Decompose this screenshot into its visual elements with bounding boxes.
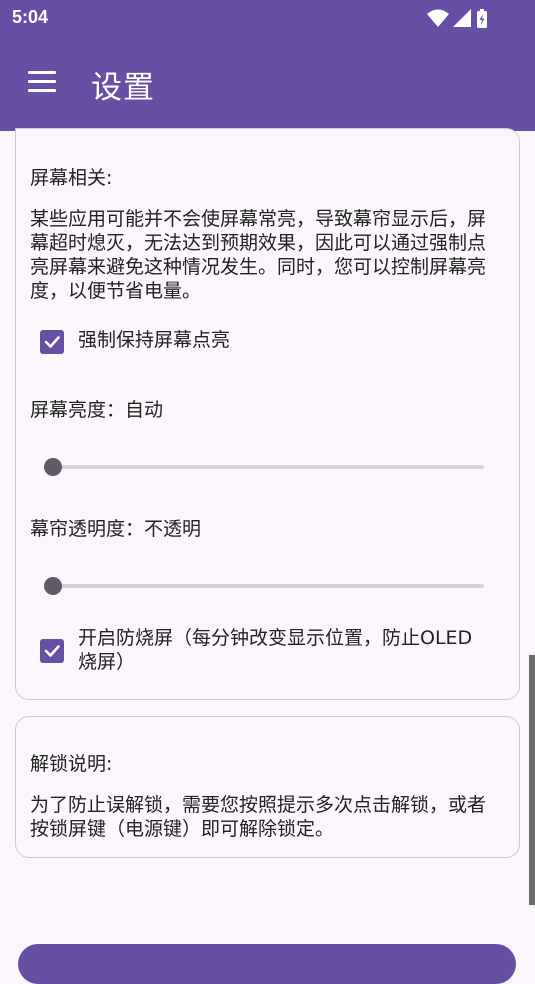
brightness-slider-track	[50, 465, 484, 469]
status-time: 5:04	[12, 7, 49, 27]
curtain-opacity-label: 幕帘透明度：不透明	[30, 518, 202, 540]
status-icons	[427, 8, 497, 28]
brightness-slider-thumb[interactable]	[44, 458, 62, 476]
signal-icon	[453, 9, 471, 27]
check-icon[interactable]	[40, 330, 64, 354]
curtain-opacity-slider-thumb[interactable]	[44, 577, 62, 595]
burn-in-protection-checkbox[interactable]: 开启防烧屏（每分钟改变显示位置，防止OLED烧屏）	[40, 626, 473, 674]
keep-screen-on-checkbox[interactable]: 强制保持屏幕点亮	[40, 328, 230, 354]
app-bar: 设置	[0, 38, 535, 131]
screen-settings-card: 屏幕相关: 某些应用可能并不会使屏幕常亮，导致幕帘显示后，屏幕超时熄灭，无法达到…	[15, 128, 520, 700]
brightness-label: 屏幕亮度：自动	[30, 399, 164, 421]
check-icon[interactable]	[40, 639, 64, 663]
status-bar: 5:04	[0, 0, 535, 38]
page-title: 设置	[91, 70, 155, 106]
curtain-opacity-slider-track	[50, 584, 484, 588]
keep-screen-on-label: 强制保持屏幕点亮	[78, 329, 231, 351]
battery-icon	[477, 9, 487, 28]
bottom-action-button[interactable]	[18, 944, 516, 984]
curtain-opacity-slider[interactable]	[44, 574, 484, 598]
wifi-icon	[427, 9, 449, 27]
screen-section-description: 某些应用可能并不会使屏幕常亮，导致幕帘显示后，屏幕超时熄灭，无法达到预期效果，因…	[30, 208, 487, 302]
scrollbar[interactable]	[529, 655, 535, 905]
brightness-slider[interactable]	[44, 455, 484, 479]
burn-in-protection-label: 开启防烧屏（每分钟改变显示位置，防止OLED烧屏）	[78, 627, 473, 673]
menu-icon[interactable]	[28, 71, 56, 93]
unlock-instructions-card: 解锁说明: 为了防止误解锁，需要您按照提示多次点击解锁，或者按锁屏键（电源键）即…	[15, 716, 520, 858]
screen-section-title: 屏幕相关:	[30, 167, 113, 189]
unlock-section-description: 为了防止误解锁，需要您按照提示多次点击解锁，或者按锁屏键（电源键）即可解除锁定。	[30, 794, 487, 840]
unlock-section-title: 解锁说明:	[30, 753, 113, 775]
